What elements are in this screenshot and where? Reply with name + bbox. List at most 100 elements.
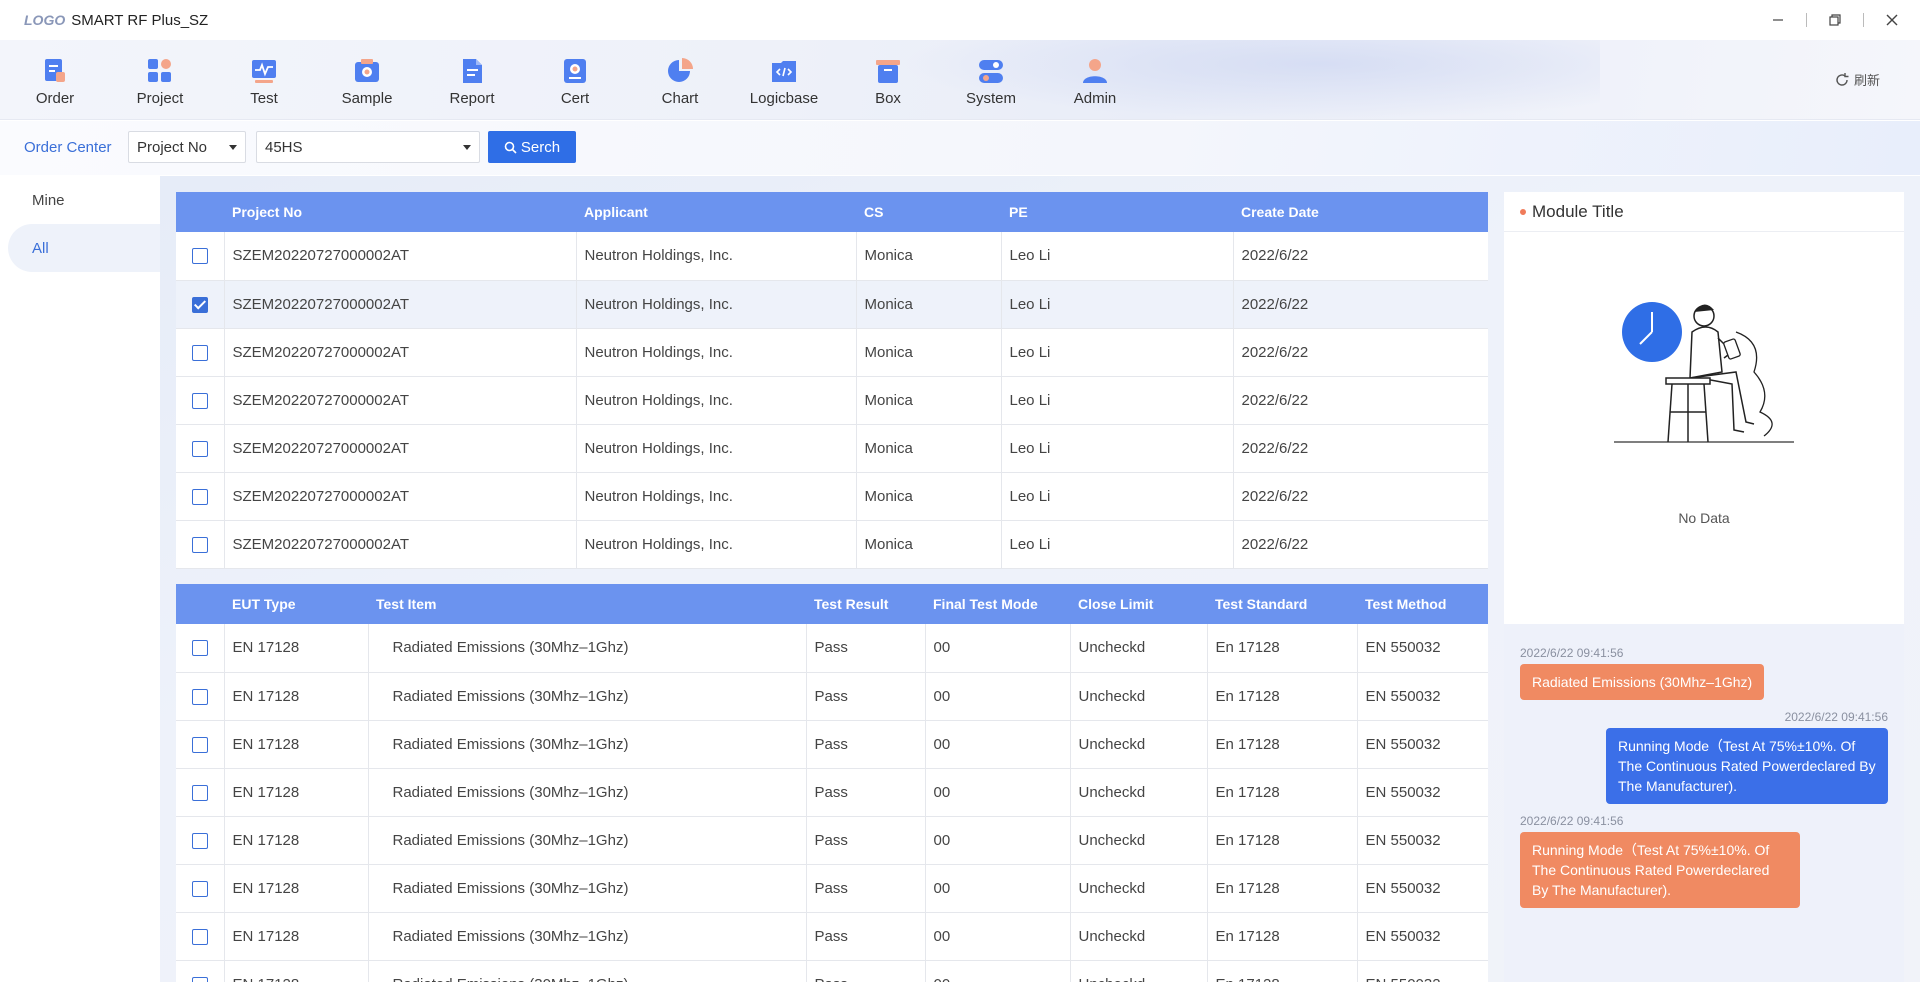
- table-row[interactable]: SZEM20220727000002AT Neutron Holdings, In…: [176, 280, 1488, 329]
- toolbar-chart[interactable]: Chart: [640, 56, 720, 107]
- table-cell: Leo Li: [1001, 232, 1234, 281]
- row-checkbox-cell: [176, 912, 225, 961]
- column-header[interactable]: CS: [856, 192, 1001, 232]
- sidebar-item-all[interactable]: All: [8, 224, 160, 272]
- toolbar-admin[interactable]: Admin: [1055, 56, 1135, 107]
- table-cell: EN 550032: [1357, 816, 1488, 865]
- row-checkbox[interactable]: [191, 832, 208, 849]
- column-header[interactable]: Applicant: [576, 192, 856, 232]
- chevron-down-icon: [463, 145, 471, 150]
- row-checkbox[interactable]: [191, 688, 208, 705]
- column-header[interactable]: Create Date: [1233, 192, 1488, 232]
- table-row[interactable]: EN 17128Radiated Emissions (30Mhz–1Ghz)P…: [176, 912, 1488, 961]
- row-checkbox[interactable]: [191, 488, 208, 505]
- column-header[interactable]: Project No: [224, 192, 576, 232]
- table-row[interactable]: SZEM20220727000002AT Neutron Holdings, In…: [176, 424, 1488, 473]
- table-row[interactable]: SZEM20220727000002AT Neutron Holdings, In…: [176, 232, 1488, 281]
- close-button[interactable]: [1864, 0, 1920, 40]
- minimize-button[interactable]: [1750, 0, 1806, 40]
- toolbar-system[interactable]: System: [951, 56, 1031, 107]
- refresh-label: 刷新: [1853, 73, 1880, 88]
- row-checkbox[interactable]: [191, 976, 208, 982]
- toolbar-test[interactable]: Test: [224, 56, 304, 107]
- table-row[interactable]: EN 17128Radiated Emissions (30Mhz–1Ghz)P…: [176, 720, 1488, 769]
- search-keyword-select[interactable]: 45HS: [256, 131, 480, 163]
- column-header[interactable]: Test Method: [1357, 584, 1488, 624]
- row-checkbox[interactable]: [191, 296, 208, 313]
- table-row[interactable]: EN 17128Radiated Emissions (30Mhz–1Ghz)P…: [176, 864, 1488, 913]
- table-cell: 2022/6/22: [1233, 520, 1488, 569]
- table-row[interactable]: SZEM20220727000002AT Neutron Holdings, In…: [176, 328, 1488, 377]
- column-header[interactable]: Test Item: [368, 584, 806, 624]
- row-checkbox[interactable]: [191, 392, 208, 409]
- toolbar-logicbase[interactable]: Logicbase: [744, 56, 824, 107]
- row-checkbox[interactable]: [191, 928, 208, 945]
- column-header[interactable]: Final Test Mode: [925, 584, 1070, 624]
- table-cell: EN 17128: [224, 960, 369, 982]
- table-cell: EN 17128: [224, 624, 369, 673]
- table-row[interactable]: SZEM20220727000002AT Neutron Holdings, In…: [176, 472, 1488, 521]
- table-cell: Uncheckd: [1070, 864, 1208, 913]
- table-cell: Pass: [806, 720, 926, 769]
- refresh-button[interactable]: 刷新: [1834, 70, 1880, 89]
- column-header[interactable]: Close Limit: [1070, 584, 1207, 624]
- table-cell: Pass: [806, 960, 926, 982]
- row-checkbox[interactable]: [191, 880, 208, 897]
- breadcrumb[interactable]: Order Center: [24, 139, 112, 156]
- row-checkbox[interactable]: [191, 248, 208, 265]
- toolbar-cert[interactable]: Cert: [535, 56, 615, 107]
- table-cell: SZEM20220727000002AT: [224, 424, 577, 473]
- column-header[interactable]: Test Result: [806, 584, 925, 624]
- table-cell: Neutron Holdings, Inc.: [576, 424, 857, 473]
- table-cell: EN 550032: [1357, 960, 1488, 982]
- row-checkbox-cell: [176, 816, 225, 865]
- row-checkbox[interactable]: [191, 736, 208, 753]
- table-row[interactable]: EN 17128Radiated Emissions (30Mhz–1Ghz)P…: [176, 816, 1488, 865]
- row-checkbox[interactable]: [191, 784, 208, 801]
- table-cell: EN 550032: [1357, 720, 1488, 769]
- table-cell: Pass: [806, 912, 926, 961]
- table-cell: EN 17128: [224, 768, 369, 817]
- row-checkbox[interactable]: [191, 536, 208, 553]
- table-cell: Pass: [806, 624, 926, 673]
- toolbar-project[interactable]: Project: [120, 56, 200, 107]
- table-cell: En 17128: [1207, 672, 1358, 721]
- table-row[interactable]: EN 17128Radiated Emissions (30Mhz–1Ghz)P…: [176, 768, 1488, 817]
- table-row[interactable]: EN 17128Radiated Emissions (30Mhz–1Ghz)P…: [176, 960, 1488, 982]
- chart-icon: [668, 58, 693, 82]
- column-header[interactable]: EUT Type: [224, 584, 368, 624]
- table-row[interactable]: EN 17128Radiated Emissions (30Mhz–1Ghz)P…: [176, 624, 1488, 673]
- column-header[interactable]: Test Standard: [1207, 584, 1357, 624]
- row-checkbox[interactable]: [191, 344, 208, 361]
- toolbar-sample[interactable]: Sample: [327, 56, 407, 107]
- table-cell: En 17128: [1207, 864, 1358, 913]
- row-checkbox[interactable]: [191, 640, 208, 657]
- toolbar-label: Chart: [661, 90, 699, 107]
- toolbar-label: Box: [875, 90, 901, 107]
- app-title: SMART RF Plus_SZ: [71, 11, 209, 29]
- table-row[interactable]: SZEM20220727000002AT Neutron Holdings, In…: [176, 376, 1488, 425]
- toolbar-box[interactable]: Box: [848, 56, 928, 107]
- column-header[interactable]: PE: [1001, 192, 1233, 232]
- table-row[interactable]: SZEM20220727000002AT Neutron Holdings, In…: [176, 520, 1488, 569]
- restore-button[interactable]: [1807, 0, 1863, 40]
- row-checkbox-cell: [176, 424, 225, 473]
- header-checkbox-cell: [176, 584, 224, 624]
- table-row[interactable]: EN 17128Radiated Emissions (30Mhz–1Ghz)P…: [176, 672, 1488, 721]
- table-cell: Neutron Holdings, Inc.: [576, 376, 857, 425]
- table-cell: 00: [925, 864, 1071, 913]
- table-cell: 2022/6/22: [1233, 328, 1488, 377]
- table-cell: Monica: [856, 328, 1002, 377]
- table-cell: 00: [925, 960, 1071, 982]
- toolbar-report[interactable]: Report: [432, 56, 512, 107]
- sidebar-item-mine[interactable]: Mine: [8, 176, 160, 224]
- table-cell: En 17128: [1207, 624, 1358, 673]
- table-cell: Pass: [806, 768, 926, 817]
- table-cell: Leo Li: [1001, 424, 1234, 473]
- table-cell: EN 550032: [1357, 624, 1488, 673]
- table-cell: Leo Li: [1001, 376, 1234, 425]
- row-checkbox[interactable]: [191, 440, 208, 457]
- search-field-select[interactable]: Project No: [128, 131, 246, 163]
- toolbar-order[interactable]: Order: [15, 56, 95, 107]
- search-button[interactable]: Serch: [488, 131, 576, 163]
